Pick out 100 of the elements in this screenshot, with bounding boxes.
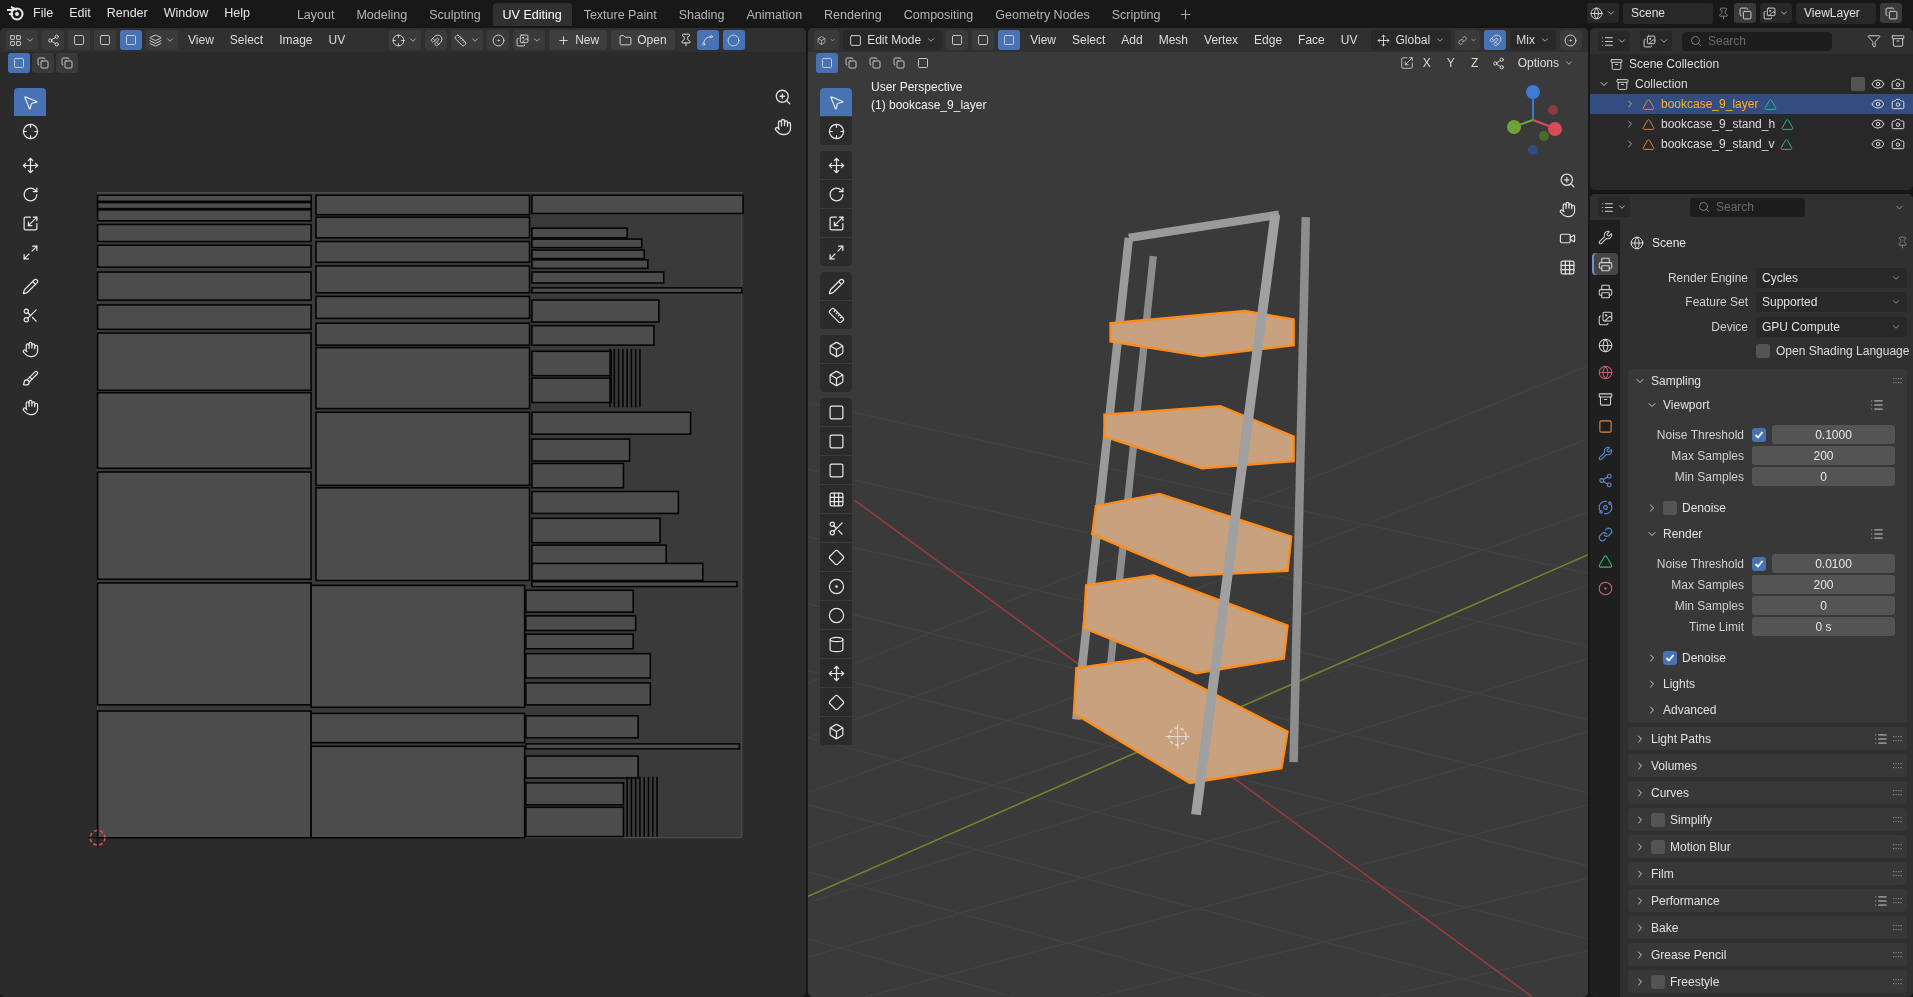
workspace-tab[interactable]: Animation xyxy=(736,3,813,26)
panel-title: Grease Pencil xyxy=(1651,947,1727,962)
panel-title: Light Paths xyxy=(1651,731,1712,746)
header-menu[interactable]: Face xyxy=(1292,31,1331,49)
panel-header[interactable]: Freestyle xyxy=(1628,970,1907,993)
panel-title: Simplify xyxy=(1670,812,1712,827)
field-label: Noise Threshold xyxy=(1655,556,1744,571)
snap-target-dropdown[interactable]: Mix xyxy=(1510,30,1556,50)
panel-title: Film xyxy=(1651,866,1674,881)
panel-title: Curves xyxy=(1651,785,1689,800)
header-menu[interactable]: View xyxy=(182,31,220,49)
open-image-button[interactable]: Open xyxy=(611,30,675,50)
view-layer-field[interactable]: ViewLayer xyxy=(1796,2,1876,24)
mode-dropdown[interactable]: Edit Mode xyxy=(843,30,943,50)
header-menu[interactable]: Mesh xyxy=(1152,31,1195,49)
context-title: Scene xyxy=(1652,235,1687,250)
panel-header[interactable]: Performance xyxy=(1628,889,1907,912)
panel-header[interactable]: Curves xyxy=(1628,781,1907,804)
select-field[interactable]: GPU Compute xyxy=(1756,316,1907,337)
header-menu[interactable]: Add xyxy=(1115,31,1149,49)
header-menu[interactable]: UV xyxy=(1334,31,1364,49)
workspace-tab[interactable]: Rendering xyxy=(814,3,892,26)
select-field[interactable]: Cycles xyxy=(1756,267,1907,288)
workspace-tab[interactable]: Geometry Nodes xyxy=(985,3,1100,26)
collection-name[interactable]: Scene Collection xyxy=(1629,57,1720,71)
field-label: Min Samples xyxy=(1673,598,1744,613)
field-label: Max Samples xyxy=(1670,448,1744,463)
field-label: Time Limit xyxy=(1688,619,1744,634)
panel-header[interactable]: Grease Pencil xyxy=(1628,943,1907,966)
number-field[interactable]: 0 xyxy=(1752,596,1895,615)
object-name: bookcase_9_stand_v xyxy=(1661,137,1775,151)
menu-item[interactable]: Edit xyxy=(62,3,98,23)
outliner-item[interactable]: bookcase_9_stand_v xyxy=(1590,134,1913,154)
scene-field[interactable]: Scene xyxy=(1623,2,1713,24)
panel-title: Render xyxy=(1663,527,1703,541)
workspace-tab[interactable]: Shading xyxy=(668,3,735,26)
field-label: Min Samples xyxy=(1673,469,1744,484)
number-field[interactable]: 0 s xyxy=(1752,617,1895,636)
header-menu[interactable]: Edge xyxy=(1248,31,1289,49)
number-field[interactable]: 0 xyxy=(1752,467,1895,486)
number-field[interactable]: 200 xyxy=(1752,446,1895,465)
object-name: bookcase_9_stand_h xyxy=(1661,117,1776,131)
outliner-item[interactable]: bookcase_9_layer xyxy=(1590,94,1913,114)
panel-title: Sampling xyxy=(1651,373,1702,388)
panel-header[interactable]: Simplify xyxy=(1628,808,1907,831)
options-dropdown[interactable]: Options xyxy=(1511,53,1580,73)
menu-item[interactable]: File xyxy=(26,3,61,23)
checkbox-label: Open Shading Language xyxy=(1776,343,1910,358)
panel-title: Denoise xyxy=(1682,651,1727,665)
field-label: Noise Threshold xyxy=(1655,427,1744,442)
subpanel-header[interactable]: Denoise xyxy=(1628,495,1907,521)
subpanel-header[interactable]: Advanced xyxy=(1628,697,1907,723)
panel-title: Advanced xyxy=(1663,703,1717,717)
subpanel-header[interactable]: Viewport xyxy=(1628,392,1907,418)
collection-name[interactable]: Collection xyxy=(1635,77,1688,91)
new-image-button[interactable]: New xyxy=(549,30,608,50)
workspace-tab[interactable]: Texture Paint xyxy=(573,3,667,26)
panel-title: Motion Blur xyxy=(1670,839,1731,854)
orientation-dropdown[interactable]: Global xyxy=(1371,30,1452,50)
header-menu[interactable]: UV xyxy=(322,31,352,49)
workspace-tab[interactable]: Layout xyxy=(286,3,345,26)
field-label: Render Engine xyxy=(1666,270,1748,285)
viewport-info-text: User Perspective xyxy=(871,80,964,94)
panel-title: Volumes xyxy=(1651,758,1698,773)
menu-item[interactable]: Help xyxy=(217,3,257,23)
menu-item[interactable]: Render xyxy=(99,3,155,23)
select-field[interactable]: Supported xyxy=(1756,292,1907,313)
panel-header[interactable]: Sampling xyxy=(1628,369,1907,392)
field-label: Max Samples xyxy=(1670,577,1744,592)
header-menu[interactable]: View xyxy=(1024,31,1062,49)
number-field[interactable]: 200 xyxy=(1752,575,1895,594)
workspace-tab[interactable]: UV Editing xyxy=(492,3,572,26)
panel-title: Freestyle xyxy=(1670,974,1720,989)
object-name: bookcase_9_layer xyxy=(1661,97,1759,111)
menu-item[interactable]: Window xyxy=(156,3,216,23)
header-menu[interactable]: Select xyxy=(223,31,270,49)
workspace-tab[interactable]: Scripting xyxy=(1101,3,1171,26)
panel-header[interactable]: Motion Blur xyxy=(1628,835,1907,858)
panel-header[interactable]: Film xyxy=(1628,862,1907,885)
subpanel-header[interactable]: Lights xyxy=(1628,671,1907,697)
header-menu[interactable]: Select xyxy=(1066,31,1112,49)
outliner-item[interactable]: bookcase_9_stand_h xyxy=(1590,114,1913,134)
subpanel-header[interactable]: Render xyxy=(1628,521,1907,547)
panel-header[interactable]: Volumes xyxy=(1628,754,1907,777)
panel-title: Viewport xyxy=(1663,398,1710,412)
workspace-tab[interactable]: Compositing xyxy=(893,3,984,26)
number-field[interactable]: 0.0100 xyxy=(1772,554,1895,573)
panel-title: Denoise xyxy=(1682,501,1727,515)
panel-title: Bake xyxy=(1651,920,1679,935)
number-field[interactable]: 0.1000 xyxy=(1772,425,1895,444)
panel-title: Lights xyxy=(1663,677,1696,691)
workspace-tab[interactable]: Modeling xyxy=(346,3,418,26)
panel-header[interactable]: Light Paths xyxy=(1628,727,1907,750)
viewport-info-text: (1) bookcase_9_layer xyxy=(871,98,987,112)
panel-title: Performance xyxy=(1651,893,1720,908)
workspace-tab[interactable]: Sculpting xyxy=(419,3,491,26)
header-menu[interactable]: Image xyxy=(273,31,319,49)
subpanel-header[interactable]: Denoise xyxy=(1628,645,1907,671)
header-menu[interactable]: Vertex xyxy=(1198,31,1245,49)
panel-header[interactable]: Bake xyxy=(1628,916,1907,939)
